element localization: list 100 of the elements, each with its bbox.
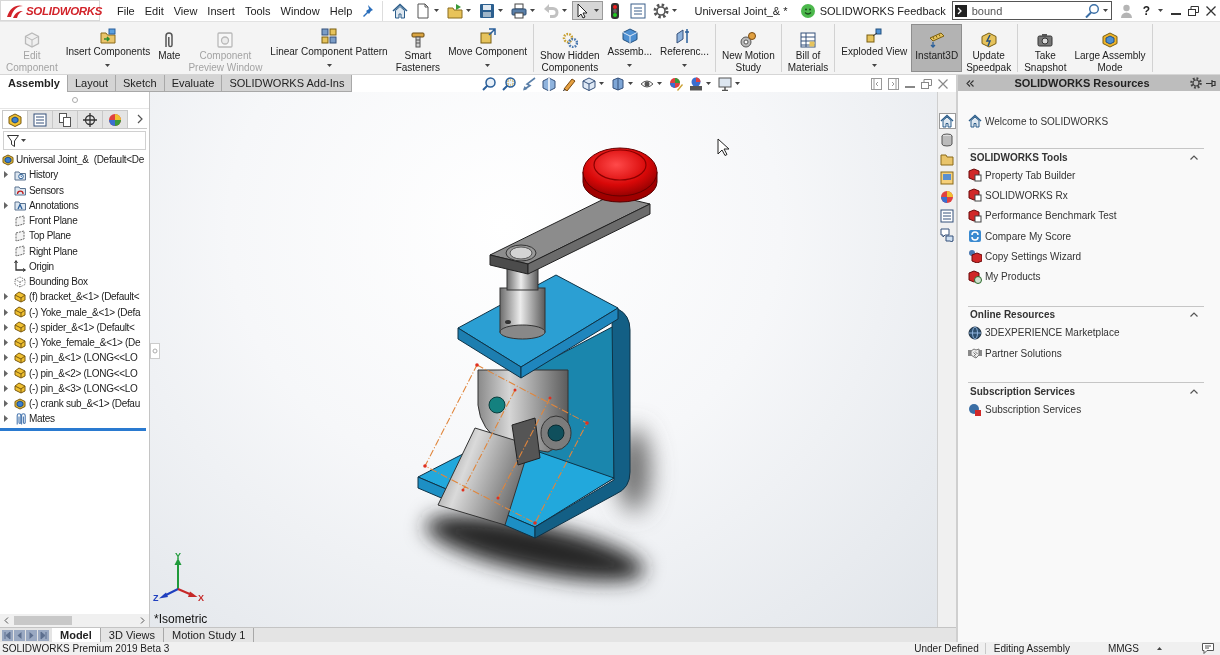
command-button[interactable]: Exploded View [837, 24, 912, 72]
tree-item[interactable]: Front Plane [0, 213, 78, 229]
caret-icon[interactable] [871, 64, 877, 67]
manager-tab[interactable] [77, 110, 103, 128]
menu-item[interactable]: Edit [139, 0, 169, 21]
hexagon-icon[interactable] [1102, 32, 1118, 48]
units-selector[interactable]: MMGS [1107, 643, 1139, 654]
toolbar-button[interactable] [572, 1, 604, 20]
caret-icon[interactable] [681, 64, 687, 67]
grid-icon[interactable] [321, 28, 337, 44]
document-icon[interactable] [415, 2, 432, 19]
caret-icon[interactable] [672, 9, 678, 12]
resource-link[interactable]: 3DEXPERIENCE Marketplace [968, 322, 1120, 344]
back-icon[interactable] [14, 629, 25, 641]
tree-item[interactable]: Sensors [0, 182, 64, 198]
caret-icon[interactable] [485, 64, 491, 67]
close-icon[interactable] [1206, 5, 1216, 16]
rollback-bar[interactable] [0, 427, 146, 431]
feedback-button[interactable]: SOLIDWORKS Feedback [800, 3, 946, 18]
search-input[interactable]: bound [969, 3, 1082, 18]
filter-field[interactable] [3, 131, 146, 150]
tree-item[interactable]: (-) pin_&<2> (LONG<<LO [0, 365, 138, 381]
command-button[interactable]: Smart Fasteners [391, 24, 445, 72]
command-button[interactable]: Move Component [444, 24, 532, 72]
resource-link[interactable]: Partner Solutions [968, 343, 1062, 364]
tree-item[interactable]: (-) crank sub_&<1> (Defau [0, 396, 140, 412]
chevron-right-icon[interactable] [137, 114, 143, 124]
tab[interactable]: Evaluate [163, 75, 223, 92]
caret-icon[interactable] [705, 82, 711, 85]
caret-icon[interactable] [466, 9, 472, 12]
comment-icon[interactable] [1202, 643, 1214, 654]
settings-icon[interactable] [653, 2, 670, 19]
tree-item[interactable]: (-) spider_&<1> (Default< [0, 319, 135, 335]
menu-item[interactable]: Tools [239, 0, 276, 21]
hexagon-icon[interactable] [8, 112, 22, 127]
welcome-link[interactable]: Welcome to SOLIDWORKS [968, 113, 1109, 129]
tree-item[interactable]: (-) Yoke_male_&<1> (Defa [0, 304, 141, 320]
tab[interactable]: Sketch [115, 75, 165, 92]
folder-box-icon[interactable] [99, 28, 116, 44]
manager-tab[interactable] [52, 110, 78, 128]
menu-item[interactable]: Help [324, 0, 358, 21]
box-arrow-icon[interactable] [479, 28, 496, 44]
pin-icon[interactable] [1206, 78, 1216, 88]
resource-link[interactable]: SOLIDWORKS Rx [968, 185, 1068, 206]
caret-icon[interactable] [734, 82, 740, 85]
command-button[interactable]: Referenc... [656, 24, 713, 72]
folder-arrow-icon[interactable] [447, 2, 464, 19]
crosshair-icon[interactable] [83, 112, 97, 127]
double-chevron-left-icon[interactable] [966, 79, 974, 87]
command-button[interactable]: Linear Component Pattern [266, 24, 392, 72]
command-button[interactable]: Update Speedpak [962, 24, 1016, 72]
tree-item[interactable]: Right Plane [0, 243, 78, 259]
drag-handle-icon[interactable] [150, 343, 160, 359]
resource-link[interactable]: Compare My Score [968, 225, 1072, 247]
chevron-up-icon[interactable] [1190, 312, 1198, 318]
help-button[interactable]: ? [1142, 3, 1150, 18]
tree-item[interactable]: (-) Yoke_female_&<1> (De [0, 335, 141, 351]
search-icon[interactable] [1084, 3, 1099, 18]
tree-item[interactable]: Top Plane [0, 228, 71, 244]
menu-item[interactable]: View [168, 0, 203, 21]
caret-icon[interactable] [1102, 9, 1108, 12]
tree-item[interactable]: (-) pin_&<3> (LONG<<LO [0, 380, 138, 396]
resource-link[interactable]: My Products [968, 266, 1041, 287]
minimize-icon[interactable] [1171, 12, 1181, 15]
tree-item[interactable]: Origin [0, 258, 54, 274]
caret-icon[interactable] [1158, 9, 1163, 12]
chevron-up-icon[interactable] [1190, 154, 1198, 160]
caret-icon[interactable] [598, 82, 604, 85]
bolt-icon[interactable] [409, 32, 426, 48]
chevron-up-icon[interactable] [1190, 388, 1198, 394]
gears-icon[interactable] [561, 32, 578, 48]
resource-link[interactable]: Performance Benchmark Test [968, 205, 1117, 226]
drag-handle-icon[interactable] [71, 97, 78, 103]
manager-tab[interactable] [2, 110, 28, 128]
caret-icon[interactable] [105, 64, 111, 67]
menu-item[interactable]: Window [275, 0, 325, 21]
tree-item[interactable]: Annotations [0, 197, 79, 213]
command-button[interactable]: Insert Components [61, 24, 155, 72]
resource-link[interactable]: Copy Settings Wizard [968, 246, 1082, 267]
caret-icon[interactable] [530, 9, 536, 12]
pin-icon[interactable] [363, 4, 374, 17]
command-button[interactable]: Large Assembly Mode [1070, 24, 1150, 72]
hexagon-lightning-icon[interactable] [980, 32, 997, 48]
restore-icon[interactable] [1188, 5, 1199, 16]
settings-icon[interactable] [1190, 77, 1202, 89]
caret-icon[interactable] [594, 9, 600, 12]
camera-icon[interactable] [1037, 32, 1054, 48]
documents-icon[interactable] [58, 112, 72, 127]
caret-icon[interactable] [434, 9, 440, 12]
caret-icon[interactable] [627, 82, 633, 85]
command-button[interactable]: Instant3D [911, 24, 963, 72]
resource-link[interactable]: Subscription Services [968, 399, 1082, 420]
tile-right-icon[interactable] [888, 77, 899, 90]
skip-forward-icon[interactable] [38, 629, 49, 641]
tab[interactable]: Layout [67, 75, 116, 92]
caret-up-icon[interactable] [1157, 647, 1162, 650]
expand-arrow-icon[interactable] [3, 171, 8, 179]
tile-left-icon[interactable] [871, 77, 882, 90]
tree-item[interactable]: Bounding Box [0, 274, 88, 290]
cube-icon[interactable] [581, 76, 596, 91]
